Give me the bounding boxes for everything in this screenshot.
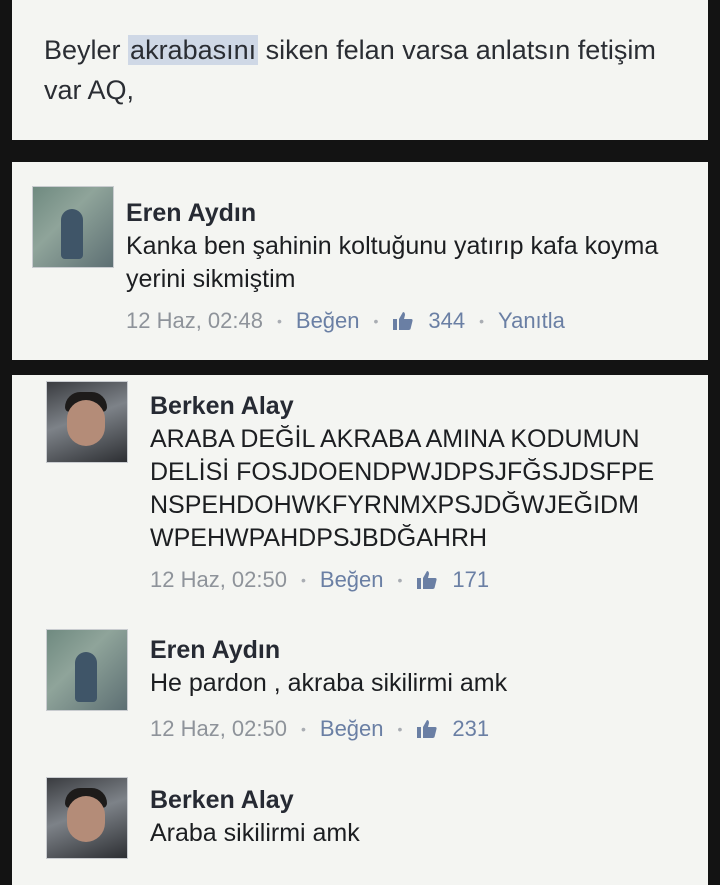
like-count[interactable]: 171 <box>452 567 489 593</box>
thumbs-up-icon <box>417 571 438 589</box>
separator-dot: • <box>300 572 306 588</box>
comment-timestamp[interactable]: 12 Haz, 02:50 <box>150 567 287 593</box>
comment-text: ARABA DEĞİL AKRABA AMINA KODUMUN DELİSİ … <box>150 425 655 552</box>
separator-dot: • <box>276 313 282 329</box>
comment-author[interactable]: Berken Alay <box>150 391 678 421</box>
separator-dot: • <box>479 313 485 329</box>
avatar-face <box>67 796 105 842</box>
comment-author[interactable]: Eren Aydın <box>150 635 678 665</box>
like-button[interactable]: Beğen <box>320 567 384 593</box>
post-text-highlighted: akrabasını <box>128 35 259 65</box>
comment-text: He pardon , akraba sikilirmi amk <box>150 669 508 697</box>
comment-eren-1: Eren Aydın Kanka ben şahinin koltuğunu y… <box>12 162 708 360</box>
separator-dot: • <box>397 721 403 737</box>
original-post: Beyler akrabasını siken felan varsa anla… <box>12 0 708 140</box>
separator-dot: • <box>373 313 379 329</box>
like-count[interactable]: 344 <box>428 308 465 334</box>
avatar[interactable] <box>32 186 114 268</box>
comment-author[interactable]: Eren Aydın <box>126 198 678 228</box>
comment-timestamp[interactable]: 12 Haz, 02:50 <box>150 716 287 742</box>
separator-dot: • <box>397 572 403 588</box>
avatar[interactable] <box>46 381 128 463</box>
separator-dot: • <box>300 721 306 737</box>
avatar-figure <box>61 209 83 259</box>
comment-meta: 12 Haz, 02:50 • Beğen • 231 <box>150 716 678 742</box>
avatar-figure <box>75 652 97 702</box>
comment-text: Araba sikilirmi amk <box>150 819 360 847</box>
comment-author[interactable]: Berken Alay <box>150 785 678 815</box>
avatar-face <box>67 400 105 446</box>
thumbs-up-icon <box>393 312 414 330</box>
comment-meta: 12 Haz, 02:48 • Beğen • 344 • Yanıtla <box>126 308 678 334</box>
comment-meta: 12 Haz, 02:50 • Beğen • 171 <box>150 567 678 593</box>
avatar[interactable] <box>46 629 128 711</box>
comment-text: Kanka ben şahinin koltuğunu yatırıp kafa… <box>126 232 659 293</box>
thumbs-up-icon <box>417 720 438 738</box>
like-button[interactable]: Beğen <box>296 308 360 334</box>
reply-button[interactable]: Yanıtla <box>498 308 565 334</box>
comment-thread: Berken Alay ARABA DEĞİL AKRABA AMINA KOD… <box>12 375 708 885</box>
post-text-start: Beyler <box>44 35 129 65</box>
like-count[interactable]: 231 <box>452 716 489 742</box>
comment-timestamp[interactable]: 12 Haz, 02:48 <box>126 308 263 334</box>
avatar[interactable] <box>46 777 128 859</box>
post-text: Beyler akrabasını siken felan varsa anla… <box>44 30 678 110</box>
like-button[interactable]: Beğen <box>320 716 384 742</box>
